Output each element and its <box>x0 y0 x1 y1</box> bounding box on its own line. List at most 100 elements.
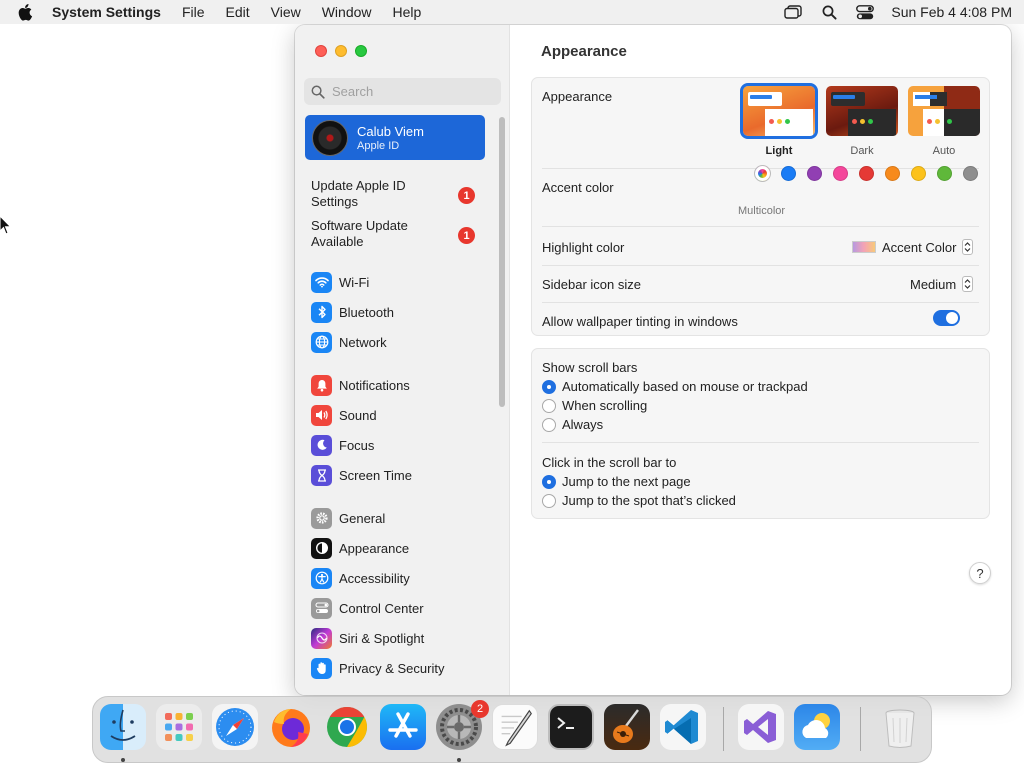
sidebar-item-notifications[interactable]: Notifications <box>311 373 410 397</box>
main-content: Appearance Appearance Light Dark Auto Ac… <box>511 25 1011 695</box>
highlight-color-popup[interactable]: Accent Color <box>852 239 974 255</box>
accent-swatch-8[interactable] <box>963 166 978 181</box>
menu-view[interactable]: View <box>271 4 301 20</box>
help-button[interactable]: ? <box>969 562 991 584</box>
scroll-bars-option-always[interactable]: Always <box>542 417 603 432</box>
launchpad-icon[interactable] <box>156 704 202 750</box>
finder-icon[interactable] <box>100 704 146 750</box>
dark-theme-thumbnail <box>826 86 898 136</box>
sidebar-item-general[interactable]: General <box>311 506 385 530</box>
sidebar-item-accessibility[interactable]: Accessibility <box>311 566 410 590</box>
page-title: Appearance <box>541 43 627 60</box>
sidebar-item-privacy-security[interactable]: Privacy & Security <box>311 656 444 680</box>
radio-button[interactable] <box>542 417 556 432</box>
wallpaper-tinting-toggle[interactable] <box>933 310 960 326</box>
trash-icon[interactable] <box>877 704 923 750</box>
apple-menu-icon[interactable] <box>18 3 36 21</box>
sidebar-item-control-center[interactable]: Control Center <box>311 596 424 620</box>
scroll-bars-option-auto[interactable]: Automatically based on mouse or trackpad <box>542 379 808 394</box>
sidebar-item-label: Notifications <box>339 377 410 393</box>
vscode-icon[interactable] <box>660 704 706 750</box>
minimize-window-button[interactable] <box>335 45 347 57</box>
sidebar-item-screen-time[interactable]: Screen Time <box>311 463 412 487</box>
divider <box>542 226 979 227</box>
appearance-option-auto[interactable]: Auto <box>908 86 980 157</box>
bluetooth-icon <box>311 301 332 323</box>
account-name: Calub Viem <box>357 123 424 139</box>
sidebar-item-label: Wi-Fi <box>339 274 370 290</box>
update-apple-id-settings-item[interactable]: Update Apple ID Settings 1 <box>311 178 481 212</box>
radio-button[interactable] <box>542 493 556 508</box>
sidebar-search[interactable] <box>304 78 501 105</box>
search-icon <box>311 85 325 99</box>
settings-window: Calub Viem Apple ID Update Apple ID Sett… <box>295 25 1011 695</box>
mouse-cursor-icon <box>0 216 12 235</box>
sidebar-item-bluetooth[interactable]: Bluetooth <box>311 300 394 324</box>
menu-file[interactable]: File <box>182 4 205 20</box>
menu-clock[interactable]: Sun Feb 4 4:08 PM <box>891 4 1012 20</box>
avatar <box>312 119 348 156</box>
dock: 2 <box>92 696 932 763</box>
close-window-button[interactable] <box>315 45 327 57</box>
speaker-icon <box>311 404 332 426</box>
sidebar-item-label: General <box>339 510 386 526</box>
click-scroll-option-spot-clicked[interactable]: Jump to the spot that’s clicked <box>542 493 736 508</box>
accent-swatch-multicolor[interactable] <box>755 166 770 181</box>
sidebar-item-network[interactable]: Network <box>311 330 387 354</box>
accent-swatch-4[interactable] <box>859 166 874 181</box>
accent-swatch-1[interactable] <box>781 166 796 181</box>
control-center-menu-icon[interactable] <box>855 4 875 20</box>
radio-button-selected[interactable] <box>542 474 556 489</box>
sidebar-item-label: Network <box>339 334 387 350</box>
appearance-icon <box>311 537 332 559</box>
sidebar-item-label: Appearance <box>339 540 410 556</box>
radio-button[interactable] <box>542 398 556 413</box>
accent-swatch-2[interactable] <box>807 166 822 181</box>
app-name-menu[interactable]: System Settings <box>52 4 161 20</box>
zoom-window-button[interactable] <box>355 45 367 57</box>
spotlight-search-icon[interactable] <box>819 4 839 20</box>
accent-swatch-3[interactable] <box>833 166 848 181</box>
radio-label: Automatically based on mouse or trackpad <box>562 379 808 394</box>
software-update-item[interactable]: Software Update Available 1 <box>311 218 481 252</box>
garageband-icon[interactable] <box>604 704 650 750</box>
sidebar-item-sound[interactable]: Sound <box>311 403 377 427</box>
sidebar-scrollbar[interactable] <box>499 117 505 407</box>
appearance-label: Appearance <box>542 89 613 104</box>
menu-edit[interactable]: Edit <box>226 4 250 20</box>
accent-swatch-6[interactable] <box>911 166 926 181</box>
running-indicator <box>121 758 125 762</box>
sidebar-item-label: Bluetooth <box>339 304 394 320</box>
click-scroll-option-next-page[interactable]: Jump to the next page <box>542 474 691 489</box>
wallpaper-tinting-label: Allow wallpaper tinting in windows <box>542 314 738 329</box>
sidebar-item-siri-spotlight[interactable]: Siri & Spotlight <box>311 626 424 650</box>
search-input[interactable] <box>332 84 492 99</box>
apple-id-account[interactable]: Calub Viem Apple ID <box>305 115 485 160</box>
accent-swatch-7[interactable] <box>937 166 952 181</box>
menu-bar: System Settings File Edit View Window He… <box>0 0 1024 24</box>
textedit-icon[interactable] <box>492 704 538 750</box>
weather-icon[interactable] <box>794 704 840 750</box>
sidebar-icon-size-popup[interactable]: Medium <box>910 276 974 292</box>
accent-swatch-5[interactable] <box>885 166 900 181</box>
appearance-option-light[interactable]: Light <box>740 83 818 157</box>
menu-help[interactable]: Help <box>393 4 422 20</box>
divider <box>542 302 979 303</box>
menu-window[interactable]: Window <box>322 4 372 20</box>
app-store-icon[interactable] <box>380 704 426 750</box>
radio-button-selected[interactable] <box>542 379 556 394</box>
sidebar-item-wifi[interactable]: Wi-Fi <box>311 270 369 294</box>
terminal-icon[interactable] <box>548 704 594 750</box>
theme-label: Dark <box>850 145 874 157</box>
stage-manager-icon[interactable] <box>783 4 803 20</box>
sidebar-item-focus[interactable]: Focus <box>311 433 374 457</box>
firefox-icon[interactable] <box>268 704 314 750</box>
auto-theme-thumbnail <box>908 86 980 136</box>
sidebar-item-appearance[interactable]: Appearance <box>311 536 409 560</box>
scroll-bars-option-when-scrolling[interactable]: When scrolling <box>542 398 647 413</box>
appearance-option-dark[interactable]: Dark <box>826 86 898 157</box>
wifi-icon <box>311 271 332 293</box>
visual-studio-icon[interactable] <box>738 704 784 750</box>
safari-icon[interactable] <box>212 704 258 750</box>
chrome-icon[interactable] <box>324 704 370 750</box>
